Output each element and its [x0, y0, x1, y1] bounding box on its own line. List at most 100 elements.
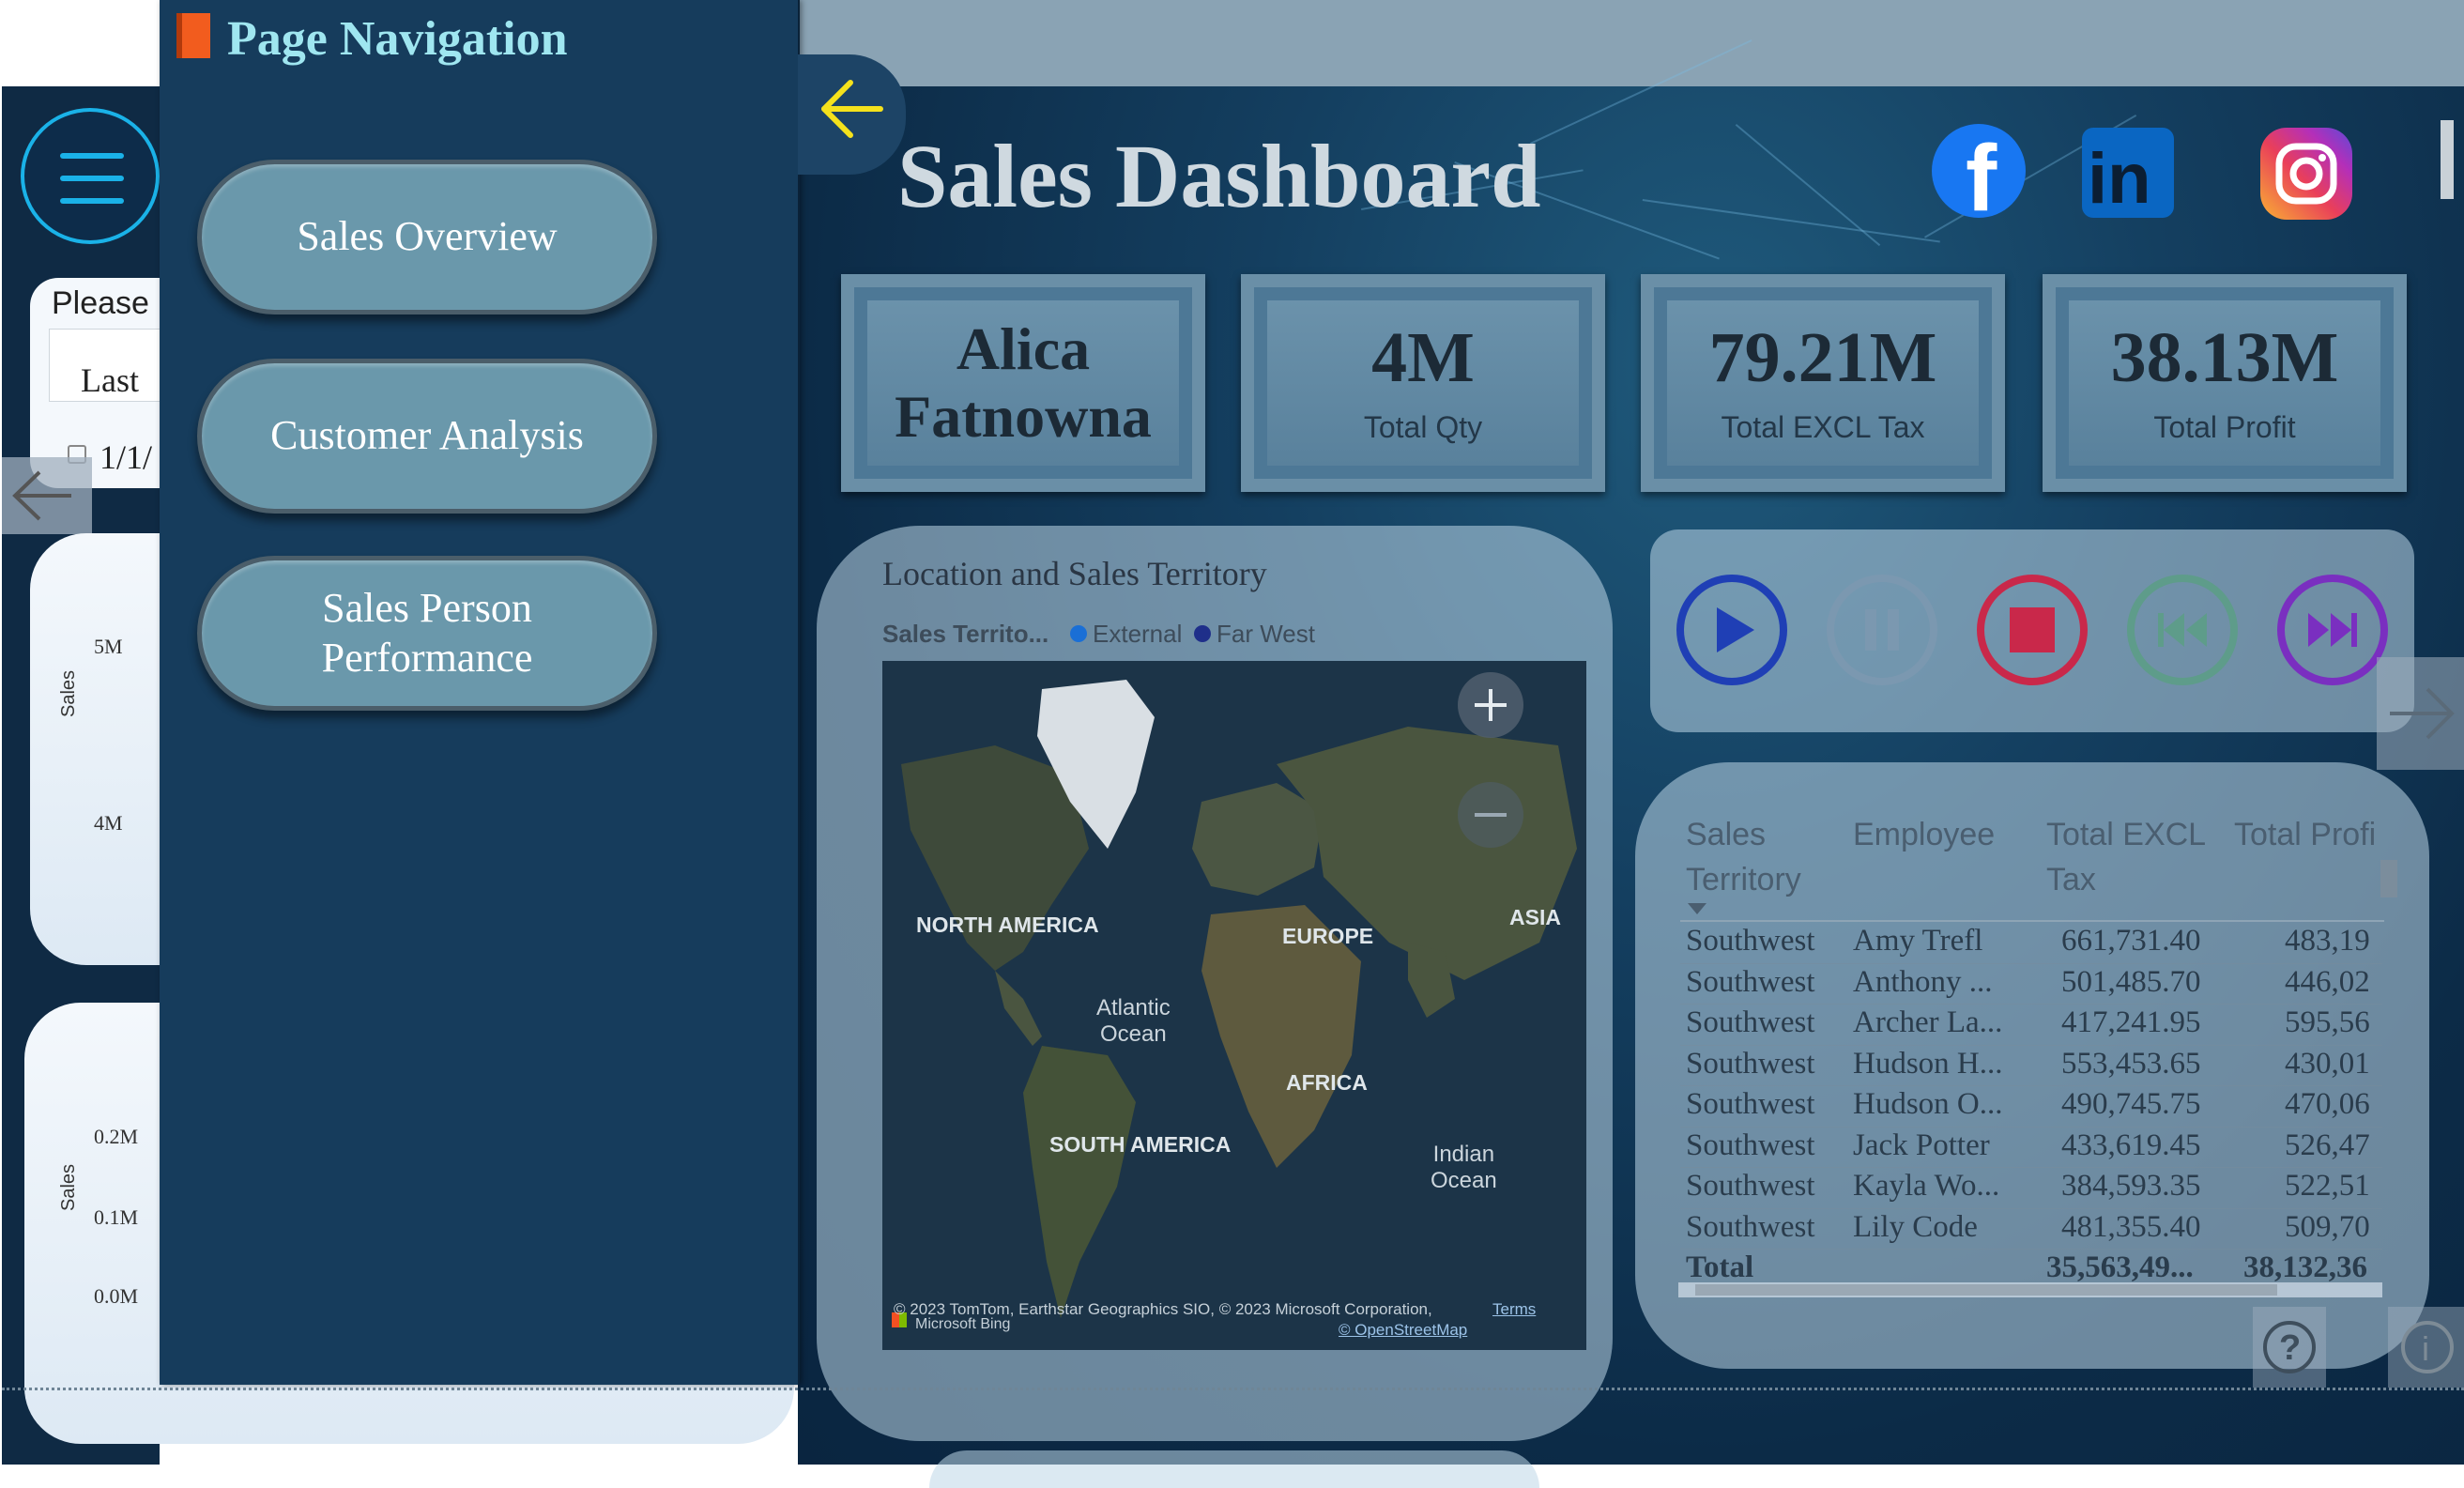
arrow-right-icon	[2390, 687, 2455, 740]
play-icon	[1717, 607, 1754, 652]
next-page-button[interactable]	[2377, 657, 2464, 770]
zoom-in-button[interactable]	[1458, 672, 1523, 738]
scrollbar-right[interactable]	[2441, 120, 2454, 199]
chart2-ylabel: Sales	[58, 1163, 79, 1211]
cell-total-excl-tax: 661,731.40	[2061, 924, 2201, 958]
nav-title: Page Navigation	[227, 12, 568, 66]
chart1-ylabel: Sales	[58, 669, 79, 717]
filter-label: Please	[52, 285, 149, 321]
map-label-asia: ASIA	[1509, 905, 1561, 929]
header-total-profit[interactable]: Total Profi	[2234, 813, 2384, 858]
cell-total-profit: 595,56	[2285, 1005, 2370, 1039]
linkedin-icon[interactable]: in	[2082, 128, 2174, 219]
map-title: Location and Sales Territory	[882, 555, 1267, 592]
nav-button-sales-overview[interactable]: Sales Overview	[197, 160, 657, 314]
minus-icon	[1475, 813, 1507, 817]
map-terms-link[interactable]: Terms	[1492, 1300, 1536, 1319]
cell-total-excl-tax: 481,355.40	[2061, 1209, 2201, 1244]
cell-employee: Archer La...	[1853, 1005, 2003, 1039]
header-total-excl-tax[interactable]: Total EXCL Tax	[2046, 813, 2225, 902]
cell-total-excl-tax: 553,453.65	[2061, 1046, 2201, 1081]
cell-sales-territory: Southwest	[1686, 964, 1815, 999]
kpi-employee-value: Alica Fatnowna	[895, 315, 1152, 450]
stop-button[interactable]	[1977, 575, 2088, 685]
stop-icon	[2010, 607, 2055, 652]
page-navigation-panel: Page Navigation Sales Overview Customer …	[160, 0, 800, 1385]
cell-employee: Kayla Wo...	[1853, 1169, 2000, 1203]
chart1-tick-4m: 4M	[94, 811, 123, 835]
nav-button-customer-analysis[interactable]: Customer Analysis	[197, 359, 657, 514]
cell-total-excl-tax: 501,485.70	[2061, 964, 2201, 999]
play-button[interactable]	[1676, 575, 1787, 685]
legend-dot-external	[1070, 625, 1087, 642]
cell-sales-territory: Southwest	[1686, 1046, 1815, 1081]
total-profit: 38,132,36	[2243, 1250, 2367, 1284]
svg-text:f: f	[1966, 126, 1997, 218]
cell-total-profit: 430,01	[2285, 1046, 2370, 1081]
back-button[interactable]	[798, 54, 906, 175]
world-map[interactable]	[882, 661, 1586, 1350]
arrow-left-icon	[12, 470, 71, 521]
help-icon: ?	[2263, 1321, 2316, 1373]
kpi-total-excl-tax-label: Total EXCL Tax	[1721, 409, 1925, 444]
zoom-out-button[interactable]	[1458, 782, 1523, 848]
dashboard-title: Sales Dashboard	[897, 126, 1541, 226]
facebook-icon[interactable]: f	[1932, 124, 2026, 231]
dotted-divider	[2, 1388, 2464, 1390]
skip-forward-icon	[2308, 613, 2357, 647]
map-label-south-america: SOUTH AMERICA	[1049, 1132, 1232, 1157]
kpi-total-qty-value: 4M	[1371, 317, 1475, 397]
kpi-card-total-profit: 38.13M Total Profit	[2043, 274, 2407, 492]
hamburger-menu-button[interactable]	[21, 108, 160, 244]
arrow-left-icon	[821, 80, 883, 138]
pause-icon	[1865, 609, 1899, 651]
cell-total-profit: 470,06	[2285, 1087, 2370, 1121]
map-osm-link[interactable]: © OpenStreetMap	[1339, 1321, 1467, 1340]
svg-text:in: in	[2088, 139, 2151, 218]
date-input[interactable]: 1/1/	[99, 437, 152, 477]
pause-button[interactable]	[1827, 575, 1937, 685]
cell-total-excl-tax: 433,619.45	[2061, 1128, 2201, 1162]
cell-employee: Jack Potter	[1853, 1128, 1990, 1162]
map-bing-label: Microsoft Bing	[915, 1316, 1011, 1332]
total-excl-tax: 35,563,49...	[2046, 1250, 2194, 1284]
menu-icon	[60, 153, 124, 204]
previous-button[interactable]	[2127, 575, 2238, 685]
nav-button-sales-person-performance[interactable]: Sales Person Performance	[197, 556, 657, 711]
kpi-total-qty-label: Total Qty	[1363, 409, 1483, 444]
header-employee[interactable]: Employee	[1853, 813, 1995, 858]
table-vertical-scrollbar[interactable]	[2380, 860, 2397, 897]
previous-page-button[interactable]	[2, 457, 92, 534]
bottom-card-partial	[929, 1450, 1539, 1488]
book-icon	[176, 13, 210, 58]
cell-sales-territory: Southwest	[1686, 1209, 1815, 1244]
info-button[interactable]: i	[2388, 1307, 2464, 1388]
kpi-card-total-excl-tax: 79.21M Total EXCL Tax	[1641, 274, 2005, 492]
map-label-europe: EUROPE	[1282, 924, 1374, 948]
kpi-total-profit-label: Total Profit	[2153, 409, 2296, 444]
cell-sales-territory: Southwest	[1686, 924, 1815, 958]
cell-employee: Amy Trefl	[1853, 924, 1983, 958]
plus-icon	[1475, 689, 1507, 721]
header-sales-territory[interactable]: Sales Territory	[1686, 813, 1836, 902]
instagram-icon[interactable]	[2260, 128, 2352, 220]
cell-total-excl-tax: 490,745.75	[2061, 1087, 2201, 1121]
table-horizontal-scroll-thumb[interactable]	[1695, 1284, 2277, 1296]
map-label-atlantic-ocean: Atlantic Ocean	[1096, 995, 1171, 1047]
chart1-tick-5m: 5M	[94, 635, 123, 658]
legend-label-far-west: Far West	[1217, 620, 1315, 648]
cell-total-profit: 483,19	[2285, 924, 2370, 958]
cell-sales-territory: Southwest	[1686, 1169, 1815, 1203]
svg-text:i: i	[2422, 1329, 2429, 1368]
svg-text:?: ?	[2279, 1328, 2301, 1368]
sort-descending-icon[interactable]	[1686, 901, 1708, 916]
cell-sales-territory: Southwest	[1686, 1087, 1815, 1121]
help-button[interactable]: ?	[2253, 1307, 2326, 1388]
map-legend-title: Sales Territo...	[882, 620, 1049, 648]
kpi-total-excl-tax-value: 79.21M	[1708, 317, 1937, 397]
next-button[interactable]	[2277, 575, 2388, 685]
cell-total-profit: 509,70	[2285, 1209, 2370, 1244]
cell-sales-territory: Southwest	[1686, 1128, 1815, 1162]
top-bar	[798, 0, 2464, 86]
map-label-africa: AFRICA	[1286, 1070, 1368, 1095]
